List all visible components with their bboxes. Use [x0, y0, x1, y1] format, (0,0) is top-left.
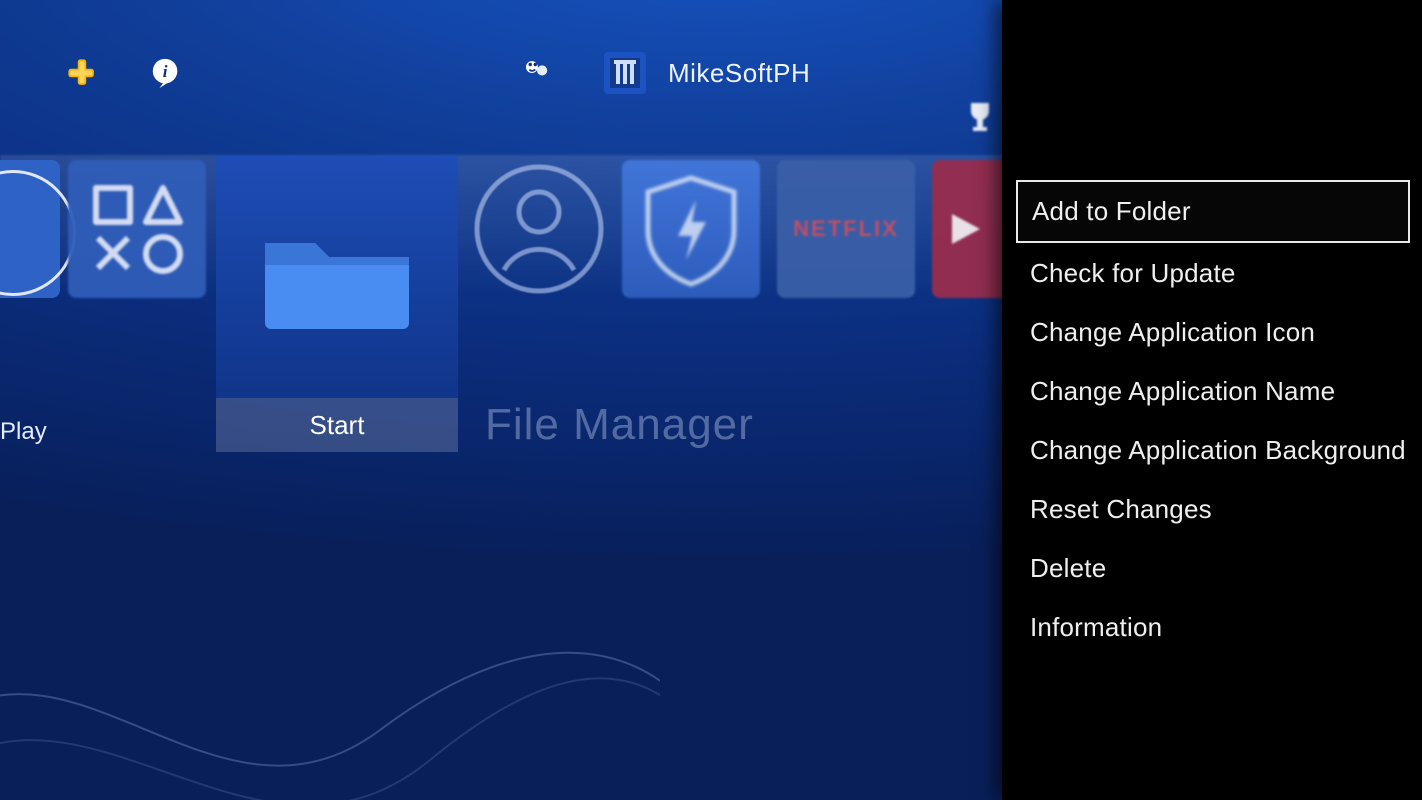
app-tile-playroom[interactable] [68, 160, 206, 298]
ctx-item-change-application-icon[interactable]: Change Application Icon [1016, 304, 1410, 361]
folder-icon [257, 217, 417, 337]
selected-app-title: File Manager [485, 400, 754, 450]
ctx-item-information[interactable]: Information [1016, 599, 1410, 656]
friends-icon[interactable] [520, 56, 554, 90]
user-group[interactable]: MikeSoftPH [604, 52, 810, 94]
decorative-wave [0, 600, 660, 800]
ctx-item-delete[interactable]: Delete [1016, 540, 1410, 597]
ctx-item-add-to-folder[interactable]: Add to Folder [1016, 180, 1410, 243]
top-bar-center: MikeSoftPH [520, 52, 810, 94]
shapes-icon [68, 160, 206, 298]
username-label: MikeSoftPH [668, 58, 810, 89]
netflix-logo-text: NETFLIX [793, 216, 899, 242]
whats-new-icon[interactable]: i [149, 56, 183, 90]
trophies-icon[interactable] [963, 100, 997, 134]
play-triangle-icon [938, 204, 988, 254]
shield-bolt-icon [622, 160, 760, 298]
app-tile-netflix[interactable]: NETFLIX [777, 160, 915, 298]
svg-text:i: i [163, 62, 168, 81]
start-button-label: Start [310, 410, 365, 441]
top-bar-left: i [65, 56, 183, 90]
app-tile-security[interactable] [622, 160, 760, 298]
ctx-item-check-for-update[interactable]: Check for Update [1016, 245, 1410, 302]
user-avatar-icon [604, 52, 646, 94]
app-tile-profile[interactable] [470, 160, 608, 298]
context-menu: Add to Folder Check for Update Change Ap… [1016, 180, 1410, 658]
app-tile-remote-play-label: Play [0, 418, 47, 446]
ctx-item-change-application-background[interactable]: Change Application Background [1016, 422, 1410, 479]
ps-plus-icon[interactable] [65, 56, 99, 90]
ctx-item-reset-changes[interactable]: Reset Changes [1016, 481, 1410, 538]
ctx-item-change-application-name[interactable]: Change Application Name [1016, 363, 1410, 420]
start-button[interactable]: Start [216, 398, 458, 452]
app-tile-remote-play[interactable] [0, 160, 60, 298]
context-menu-panel: Add to Folder Check for Update Change Ap… [1002, 0, 1422, 800]
profile-circle-icon [470, 160, 608, 298]
app-tile-youtube[interactable] [932, 160, 1008, 298]
app-tile-file-manager-selected[interactable] [216, 156, 458, 398]
